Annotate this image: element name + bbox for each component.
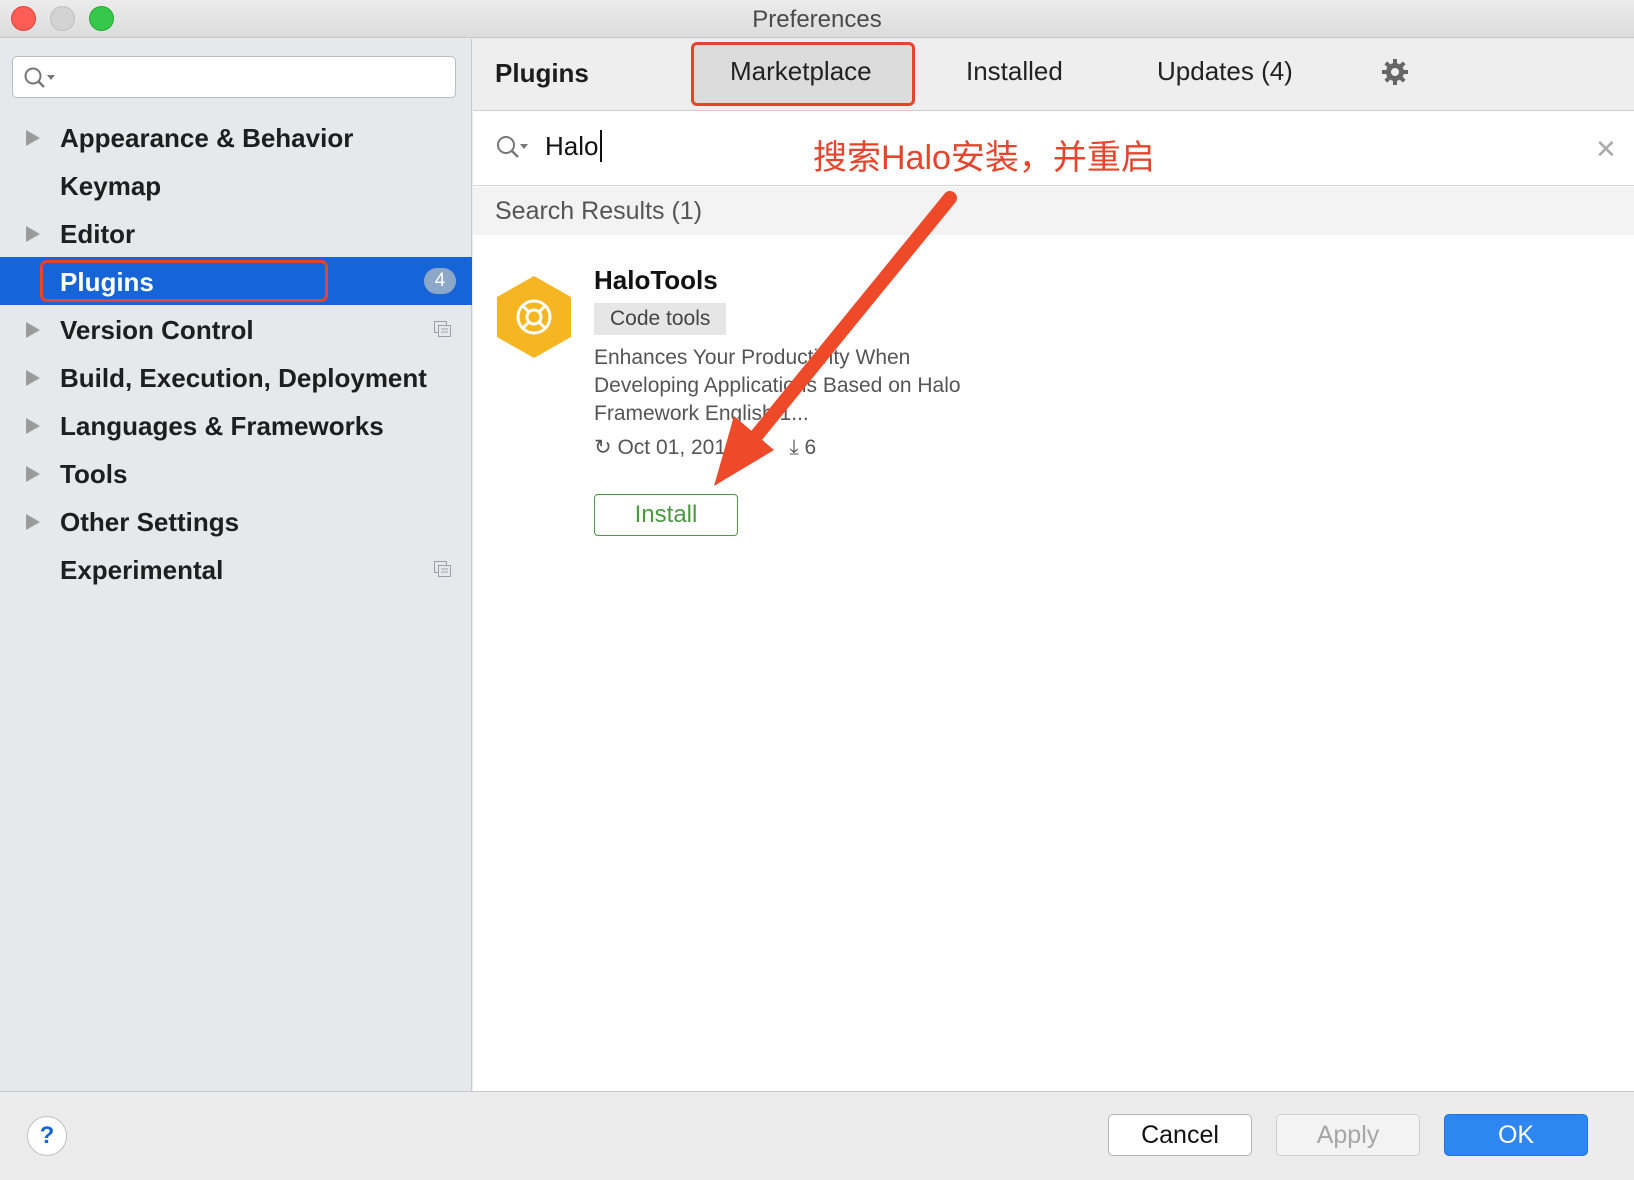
sidebar-item-build-execution-deployment[interactable]: Build, Execution, Deployment bbox=[0, 353, 472, 401]
sidebar-item-label: Languages & Frameworks bbox=[60, 411, 384, 441]
tab-updates[interactable]: Updates (4) bbox=[1157, 56, 1293, 87]
refresh-icon: ↻ bbox=[594, 436, 612, 459]
plugin-name[interactable]: HaloTools bbox=[594, 265, 718, 296]
search-results-header: Search Results (1) bbox=[473, 187, 1634, 235]
install-button[interactable]: Install bbox=[594, 494, 738, 536]
plugin-search-row: Halo 搜索Halo安装，并重启 ✕ bbox=[473, 112, 1634, 186]
plugin-downloads: 6 bbox=[804, 436, 817, 459]
search-icon bbox=[23, 66, 57, 95]
download-icon: ⤓ bbox=[789, 436, 799, 459]
sidebar-item-label: Editor bbox=[60, 219, 136, 249]
cancel-button[interactable]: Cancel bbox=[1108, 1114, 1252, 1156]
plugin-description: Enhances Your Productivity When Developi… bbox=[594, 346, 961, 425]
sidebar-item-experimental[interactable]: Experimental bbox=[0, 545, 472, 593]
sidebar-item-label: Build, Execution, Deployment bbox=[60, 363, 427, 393]
sidebar-item-label: Keymap bbox=[60, 171, 162, 201]
annotation-text: 搜索Halo安装，并重启 bbox=[813, 139, 1155, 177]
panel-title: Plugins bbox=[495, 58, 589, 88]
expand-arrow-icon[interactable] bbox=[26, 370, 40, 386]
expand-arrow-icon[interactable] bbox=[26, 130, 40, 146]
expand-arrow-icon[interactable] bbox=[26, 466, 40, 482]
expand-arrow-icon[interactable] bbox=[26, 514, 40, 530]
sidebar-item-label: Appearance & Behavior bbox=[60, 123, 354, 153]
sidebar-item-appearance-behavior[interactable]: Appearance & Behavior bbox=[0, 113, 472, 161]
ok-button[interactable]: OK bbox=[1444, 1114, 1588, 1156]
search-results-label: Search Results (1) bbox=[495, 197, 703, 225]
gear-icon[interactable] bbox=[1380, 57, 1410, 92]
plugins-count-badge: 4 bbox=[424, 268, 456, 294]
settings-sidebar: Appearance & Behavior Keymap Editor Plug… bbox=[0, 39, 472, 1091]
sidebar-item-label: Plugins bbox=[60, 267, 154, 297]
plugin-search-input[interactable]: Halo bbox=[545, 130, 603, 162]
apply-button[interactable]: Apply bbox=[1276, 1114, 1420, 1156]
sidebar-item-plugins[interactable]: Plugins 4 bbox=[0, 257, 472, 305]
project-level-icon bbox=[434, 321, 452, 338]
expand-arrow-icon[interactable] bbox=[26, 322, 40, 338]
dialog-footer: ? Cancel Apply OK bbox=[0, 1091, 1634, 1180]
search-icon bbox=[495, 134, 529, 165]
expand-arrow-icon[interactable] bbox=[26, 226, 40, 242]
sidebar-item-editor[interactable]: Editor bbox=[0, 209, 472, 257]
title-bar: Preferences bbox=[0, 0, 1634, 38]
sidebar-item-label: Experimental bbox=[60, 555, 224, 585]
settings-search-input[interactable] bbox=[12, 56, 456, 98]
sidebar-item-version-control[interactable]: Version Control bbox=[0, 305, 472, 353]
tab-marketplace[interactable]: Marketplace bbox=[730, 56, 872, 87]
plugin-date: Oct 01, 2019 bbox=[617, 436, 738, 459]
plugin-meta: ↻ Oct 01, 2019 ⤓ 6 bbox=[594, 435, 816, 460]
tab-installed[interactable]: Installed bbox=[966, 56, 1063, 87]
sidebar-item-label: Tools bbox=[60, 459, 128, 489]
plugins-tab-bar: Plugins Marketplace Installed Updates (4… bbox=[473, 39, 1634, 111]
expand-arrow-icon[interactable] bbox=[26, 418, 40, 434]
plugin-category-tag[interactable]: Code tools bbox=[594, 303, 727, 335]
sidebar-item-label: Version Control bbox=[60, 315, 254, 345]
sidebar-item-label: Other Settings bbox=[60, 507, 240, 537]
window-title: Preferences bbox=[752, 6, 882, 33]
sidebar-item-tools[interactable]: Tools bbox=[0, 449, 472, 497]
project-level-icon bbox=[434, 561, 452, 578]
sidebar-item-keymap[interactable]: Keymap bbox=[0, 161, 472, 209]
settings-tree: Appearance & Behavior Keymap Editor Plug… bbox=[0, 113, 472, 593]
plugin-logo-icon bbox=[495, 274, 573, 365]
sidebar-item-other-settings[interactable]: Other Settings bbox=[0, 497, 472, 545]
help-button[interactable]: ? bbox=[27, 1116, 67, 1156]
plugins-panel: Plugins Marketplace Installed Updates (4… bbox=[473, 39, 1634, 1091]
clear-search-icon[interactable]: ✕ bbox=[1595, 136, 1617, 162]
sidebar-item-languages-frameworks[interactable]: Languages & Frameworks bbox=[0, 401, 472, 449]
